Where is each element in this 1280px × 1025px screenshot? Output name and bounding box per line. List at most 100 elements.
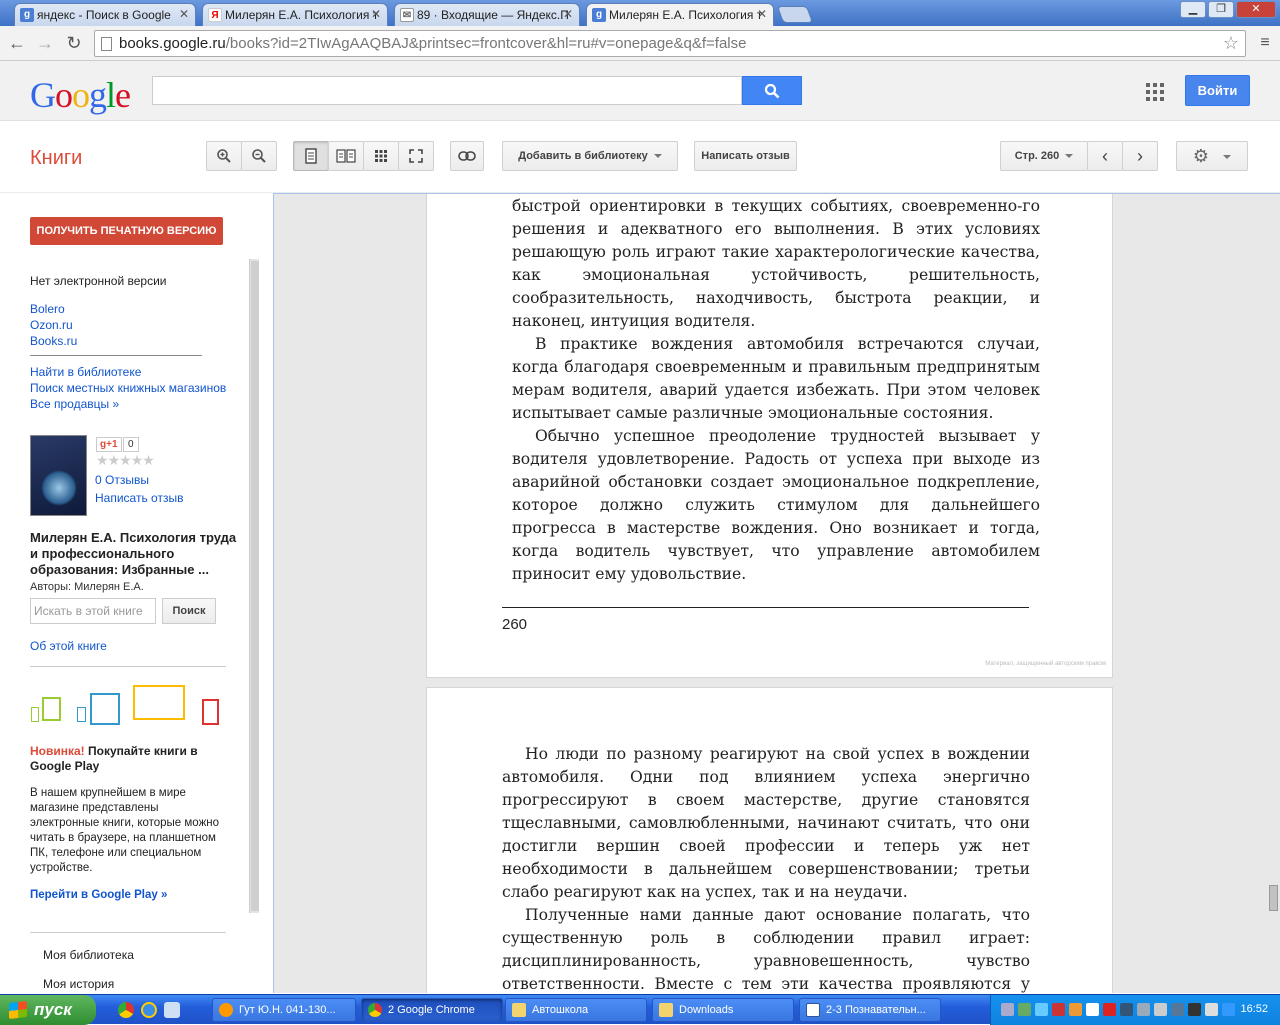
- page-select-button[interactable]: Стр. 260: [1000, 141, 1088, 171]
- skype-icon[interactable]: [164, 1002, 180, 1018]
- close-icon[interactable]: ✕: [757, 7, 767, 21]
- task-downloads-folder[interactable]: Downloads: [652, 998, 794, 1022]
- books-toolbar: Книги Добавить в библиотеку Написать отз…: [0, 121, 1280, 193]
- signin-button[interactable]: Войти: [1185, 75, 1250, 106]
- yandex-icon: Я: [208, 8, 222, 22]
- local-stores-link[interactable]: Поиск местных книжных магазинов: [30, 381, 226, 395]
- task-autoschool-folder[interactable]: Автошкола: [505, 998, 647, 1022]
- minimize-icon[interactable]: ▁: [1180, 1, 1206, 18]
- chevron-down-icon: [653, 154, 662, 159]
- search-input[interactable]: [152, 76, 742, 105]
- my-history-link[interactable]: Моя история: [43, 977, 114, 991]
- reload-icon[interactable]: ↻: [63, 33, 85, 53]
- task-label: 2 Google Chrome: [388, 1004, 475, 1016]
- reviews-link[interactable]: 0 Отзывы: [95, 473, 149, 487]
- next-page-button[interactable]: ›: [1122, 141, 1158, 171]
- close-icon[interactable]: ✕: [371, 7, 381, 21]
- google-play-link[interactable]: Перейти в Google Play »: [30, 889, 167, 901]
- close-icon[interactable]: ✕: [563, 7, 573, 21]
- logo-letter: o: [55, 75, 73, 115]
- gplus-button[interactable]: g+1: [96, 437, 122, 452]
- paragraph: быстрой ориентировки в текущих событиях,…: [512, 197, 1040, 330]
- task-google-chrome[interactable]: 2 Google Chrome: [361, 998, 503, 1022]
- fullscreen-icon: [409, 149, 423, 163]
- single-page-view-button[interactable]: [293, 141, 329, 171]
- task-label: Гут Ю.Н. 041-130...: [239, 1004, 336, 1016]
- book-page-261: Но люди по разному реагируют на свой усп…: [426, 687, 1113, 993]
- reader-scrollbar-thumb[interactable]: [1269, 885, 1278, 911]
- tray-app-icon[interactable]: [1188, 1003, 1201, 1016]
- new-tab-button[interactable]: [776, 6, 814, 23]
- add-to-library-button[interactable]: Добавить в библиотеку: [502, 141, 678, 171]
- write-review-link[interactable]: Написать отзыв: [95, 491, 183, 505]
- zoom-out-button[interactable]: [241, 141, 277, 171]
- task-word-document[interactable]: 2-3 Познавательн...: [799, 998, 941, 1022]
- seller-link-ozon[interactable]: Ozon.ru: [30, 318, 73, 332]
- start-button[interactable]: пуск: [0, 995, 96, 1025]
- book-page-260: быстрой ориентировки в текущих событиях,…: [426, 194, 1113, 678]
- antivirus-icon[interactable]: [1103, 1003, 1116, 1016]
- tray-app-icon[interactable]: [1137, 1003, 1150, 1016]
- bookmark-star-icon[interactable]: ☆: [1223, 31, 1239, 56]
- window-controls: ▁ ❐ ✕: [1180, 1, 1276, 18]
- google-logo[interactable]: Google: [30, 74, 131, 116]
- search-in-book-button[interactable]: Поиск: [162, 598, 216, 624]
- ie-icon[interactable]: [141, 1002, 157, 1018]
- fullscreen-button[interactable]: [398, 141, 434, 171]
- page-text: Но люди по разному реагируют на свой усп…: [502, 743, 1030, 993]
- book-cover-image[interactable]: [30, 435, 87, 516]
- google-g-icon: g: [592, 8, 606, 22]
- link-button[interactable]: [450, 141, 484, 171]
- all-sellers-link[interactable]: Все продавцы »: [30, 397, 119, 411]
- zoom-in-button[interactable]: [206, 141, 242, 171]
- sidebar-scrollbar[interactable]: [249, 259, 259, 913]
- tab-yandex-mail[interactable]: ✉ 89 · Входящие — Яндекс.П ✕: [394, 3, 580, 26]
- close-window-icon[interactable]: ✕: [1236, 1, 1276, 18]
- tray-app-icon[interactable]: [1052, 1003, 1065, 1016]
- settings-button[interactable]: ⚙: [1176, 141, 1248, 171]
- maximize-icon[interactable]: ❐: [1208, 1, 1234, 18]
- seller-link-books[interactable]: Books.ru: [30, 334, 77, 348]
- tray-app-icon[interactable]: [1018, 1003, 1031, 1016]
- page-number: 260: [502, 616, 528, 633]
- chrome-menu-icon[interactable]: ≡: [1254, 33, 1276, 53]
- paragraph: Полученные нами данные дают основание по…: [502, 906, 1030, 993]
- tab-google-books[interactable]: g Милерян Е.А. Психология т ✕: [586, 3, 774, 26]
- search-button[interactable]: [742, 76, 802, 105]
- tab-google-search[interactable]: g яндекс - Поиск в Google ✕: [14, 3, 196, 26]
- gear-icon: ⚙: [1192, 146, 1210, 166]
- tab-label: Милерян Е.А. Психология т: [225, 8, 379, 22]
- network-icon[interactable]: [1001, 1003, 1014, 1016]
- back-arrow-icon[interactable]: ←: [6, 33, 28, 53]
- tray-app-icon[interactable]: [1171, 1003, 1184, 1016]
- book-reader[interactable]: быстрой ориентировки в текущих событиях,…: [273, 193, 1280, 993]
- tray-app-icon[interactable]: [1035, 1003, 1048, 1016]
- divider: [30, 666, 226, 667]
- chrome-icon[interactable]: [118, 1002, 134, 1018]
- two-page-view-button[interactable]: [328, 141, 364, 171]
- thumbnail-view-button[interactable]: [363, 141, 399, 171]
- tab-yandex-book[interactable]: Я Милерян Е.А. Психология т ✕: [202, 3, 388, 26]
- forward-arrow-icon[interactable]: →: [34, 33, 56, 53]
- prev-page-button[interactable]: ‹: [1087, 141, 1123, 171]
- my-library-link[interactable]: Моя библиотека: [43, 948, 134, 962]
- tray-app-icon[interactable]: [1154, 1003, 1167, 1016]
- task-gut-document[interactable]: Гут Ю.Н. 041-130...: [212, 998, 356, 1022]
- write-review-button[interactable]: Написать отзыв: [694, 141, 797, 171]
- search-in-book-input[interactable]: Искать в этой книге: [30, 598, 156, 624]
- tray-app-icon[interactable]: [1120, 1003, 1133, 1016]
- tray-app-icon[interactable]: [1222, 1003, 1235, 1016]
- books-section-title[interactable]: Книги: [30, 147, 82, 170]
- close-icon[interactable]: ✕: [179, 7, 189, 21]
- star-icon: ★: [107, 452, 121, 468]
- seller-link-bolero[interactable]: Bolero: [30, 302, 65, 316]
- find-in-library-link[interactable]: Найти в библиотеке: [30, 365, 141, 379]
- copyright-watermark: Материал, защищенный авторским правом: [985, 661, 1106, 667]
- about-book-link[interactable]: Об этой книге: [30, 639, 107, 653]
- apps-grid-icon[interactable]: [1146, 83, 1164, 101]
- address-bar[interactable]: books.google.ru/books?id=2TIwAgAAQBAJ&pr…: [94, 30, 1246, 57]
- get-print-copy-button[interactable]: ПОЛУЧИТЬ ПЕЧАТНУЮ ВЕРСИЮ: [30, 217, 223, 245]
- tray-app-icon[interactable]: [1086, 1003, 1099, 1016]
- tray-app-icon[interactable]: [1069, 1003, 1082, 1016]
- volume-icon[interactable]: [1205, 1003, 1218, 1016]
